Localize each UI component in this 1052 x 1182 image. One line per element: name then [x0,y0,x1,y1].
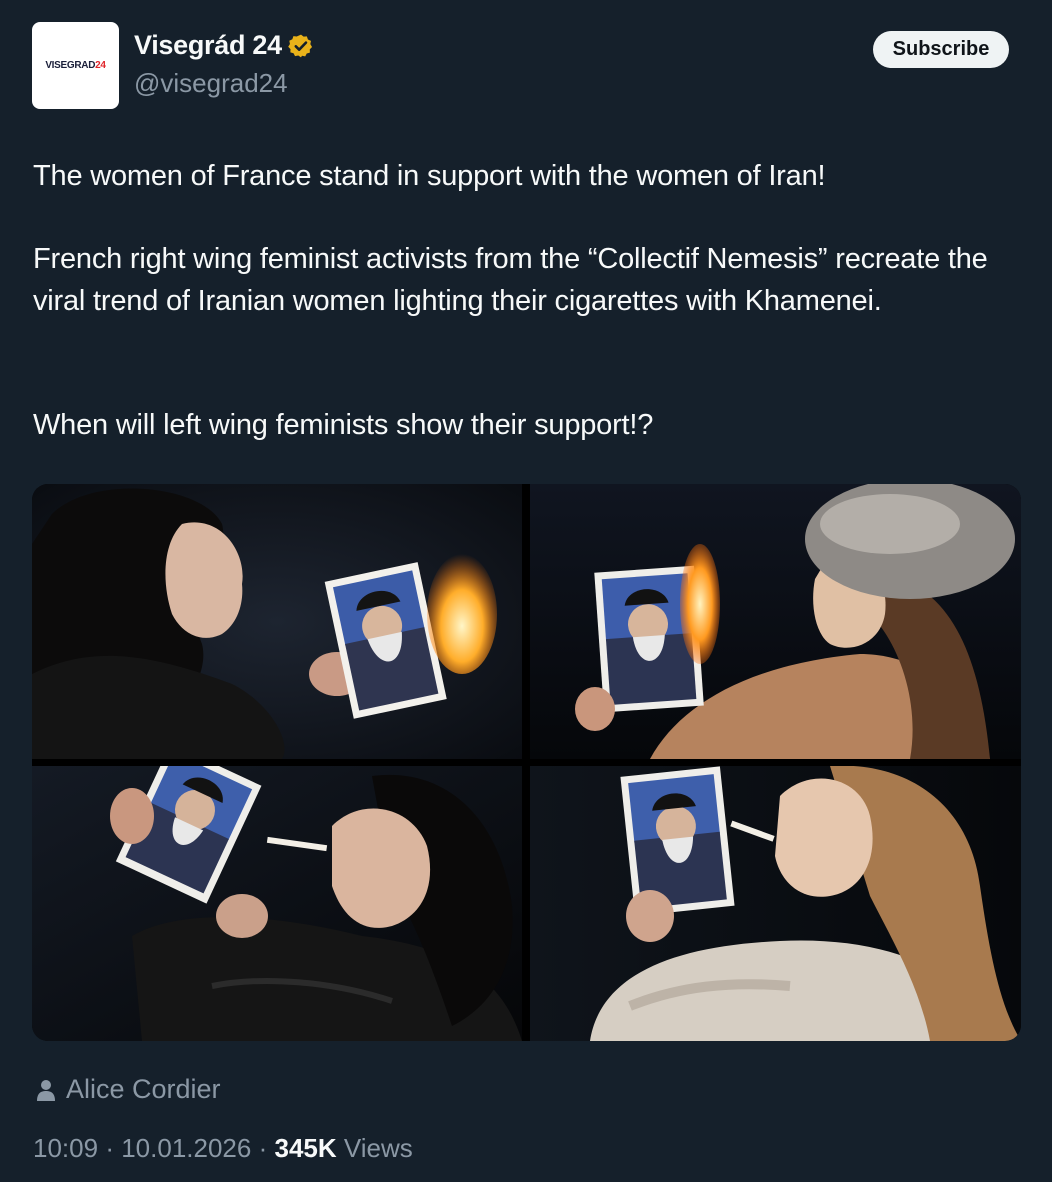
tweet-date[interactable]: 10.01.2026 [121,1133,251,1163]
tweet-time[interactable]: 10:09 [33,1133,98,1163]
media-grid [32,484,1021,1041]
views-label: Views [343,1133,413,1163]
tweet-meta: 10:09 · 10.01.2026 · 345K Views [33,1133,413,1164]
display-name[interactable]: Visegrád 24 [134,30,282,61]
avatar[interactable]: VISEGRAD24 [32,22,119,109]
photo-top-right[interactable] [530,484,1021,759]
author-name[interactable]: Alice Cordier [66,1074,221,1105]
author-row[interactable]: Alice Cordier [36,1074,221,1105]
meta-separator-2: · [258,1133,268,1163]
handle[interactable]: @visegrad24 [134,68,288,99]
photo-top-left[interactable] [32,484,522,759]
verified-badge-icon [288,34,312,57]
person-icon [37,1079,55,1101]
tweet-text-paragraph-1: The women of France stand in support wit… [33,160,826,192]
views-count: 345K [274,1133,337,1163]
tweet: VISEGRAD24 Visegrád 24 @visegrad24 Subsc… [0,0,1052,1182]
tweet-text-paragraph-2: French right wing feminist activists fro… [33,243,988,317]
subscribe-button[interactable]: Subscribe [873,31,1009,68]
meta-separator: · [105,1133,114,1163]
avatar-logo: VISEGRAD24 [45,60,106,71]
tweet-text-paragraph-3: When will left wing feminists show their… [33,409,654,441]
photo-bottom-right[interactable] [530,766,1021,1041]
photo-bottom-left[interactable] [32,766,522,1041]
name-row: Visegrád 24 [134,30,314,61]
